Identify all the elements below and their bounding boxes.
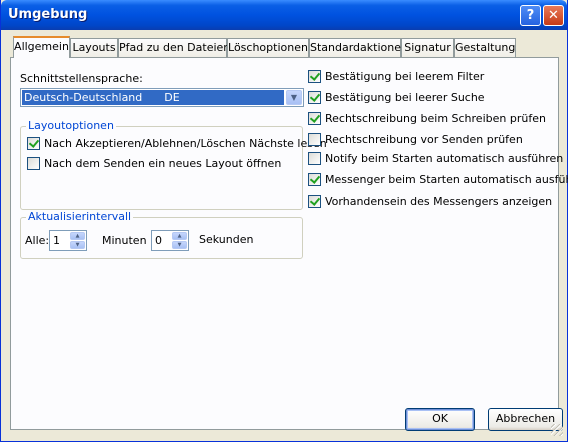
ok-button-label: OK	[432, 412, 448, 425]
option-confirm-empty-filter[interactable]: Bestätigung bei leerem Filter	[308, 70, 484, 83]
window-title: Umgebung	[8, 7, 88, 22]
checkbox-label: Messenger beim Starten automatisch ausfü…	[325, 173, 568, 186]
tab-layouts[interactable]: Layouts	[70, 38, 118, 57]
option-show-messenger-presence[interactable]: Vorhandensein des Messengers anzeigen	[308, 195, 552, 208]
tab-signatur[interactable]: Signatur	[401, 38, 454, 57]
checkbox-label: Rechtschreibung vor Senden prüfen	[325, 133, 523, 146]
checkbox-label: Nach Akzeptieren/Ablehnen/Löschen Nächst…	[44, 137, 327, 150]
chevron-down-icon[interactable]: ▼	[286, 90, 302, 105]
option-spellcheck-before-send[interactable]: Rechtschreibung vor Senden prüfen	[308, 133, 523, 146]
language-select[interactable]: Deutsch-Deutschland DE ▼	[20, 88, 304, 107]
spin-up-icon[interactable]: ▲	[70, 232, 85, 240]
title-bar[interactable]: Umgebung ? ✕	[1, 0, 567, 30]
seconds-value[interactable]: 0	[155, 234, 162, 247]
spin-up-icon[interactable]: ▲	[172, 232, 187, 240]
resize-grip-icon[interactable]	[551, 424, 563, 436]
tab-label: Löschoptionen	[228, 41, 308, 54]
minutes-spin-buttons[interactable]: ▲ ▼	[70, 232, 85, 249]
tab-pfad-zu-den-dateien[interactable]: Pfad zu den Dateien	[118, 38, 231, 57]
option-confirm-empty-search[interactable]: Bestätigung bei leerer Suche	[308, 91, 485, 104]
tab-label: Standardaktionen	[310, 41, 408, 54]
refresh-interval-title: Aktualisierintervall	[26, 210, 134, 223]
minutes-label: Minuten	[102, 234, 147, 247]
help-button[interactable]: ?	[520, 5, 541, 26]
checkbox-label: Rechtschreibung beim Schreiben prüfen	[325, 112, 546, 125]
seconds-spin-buttons[interactable]: ▲ ▼	[172, 232, 187, 249]
language-name: Deutsch-Deutschland	[24, 91, 143, 104]
spin-down-icon[interactable]: ▼	[70, 241, 85, 249]
minutes-value[interactable]: 1	[53, 234, 60, 247]
language-label: Schnittstellensprache:	[20, 72, 143, 85]
checkbox-unchecked-icon[interactable]	[27, 157, 40, 170]
option-notify-autostart[interactable]: Notify beim Starten automatisch ausführe…	[308, 152, 563, 165]
language-code: DE	[164, 91, 180, 104]
help-icon: ?	[526, 8, 535, 23]
checkbox-new-layout-after-send[interactable]: Nach dem Senden ein neues Layout öffnen	[27, 157, 281, 170]
close-icon: ✕	[548, 8, 559, 23]
checkbox-label: Nach dem Senden ein neues Layout öffnen	[44, 157, 282, 170]
checkbox-unchecked-icon[interactable]	[308, 133, 321, 146]
checkbox-checked-icon[interactable]	[308, 112, 321, 125]
cancel-button-label: Abbrechen	[495, 412, 556, 425]
seconds-spinner[interactable]: 0 ▲ ▼	[151, 230, 189, 251]
checkbox-checked-icon[interactable]	[308, 70, 321, 83]
tab-label: Layouts	[72, 41, 116, 54]
environment-dialog: Umgebung ? ✕ Allgemein Layouts Pfad zu d…	[0, 0, 568, 442]
tab-allgemein[interactable]: Allgemein	[13, 36, 70, 58]
dialog-client-area: Allgemein Layouts Pfad zu den Dateien Lö…	[5, 30, 568, 438]
checkbox-checked-icon[interactable]	[27, 137, 40, 150]
tab-label: Allgemein	[14, 40, 69, 53]
refresh-all-label: Alle:	[25, 234, 50, 247]
tab-panel-allgemein: Schnittstellensprache: Deutsch-Deutschla…	[10, 57, 568, 430]
spin-down-icon[interactable]: ▼	[172, 241, 187, 249]
minutes-spinner[interactable]: 1 ▲ ▼	[49, 230, 87, 251]
tab-label: Pfad zu den Dateien	[119, 41, 231, 54]
option-messenger-autostart[interactable]: Messenger beim Starten automatisch ausfü…	[308, 173, 568, 186]
language-selected-value: Deutsch-Deutschland DE	[22, 90, 284, 105]
checkbox-label: Notify beim Starten automatisch ausführe…	[325, 152, 564, 165]
checkbox-label: Vorhandensein des Messengers anzeigen	[325, 195, 553, 208]
checkbox-label: Bestätigung bei leerer Suche	[325, 91, 485, 104]
tab-loeschoptionen[interactable]: Löschoptionen	[227, 38, 309, 57]
close-button[interactable]: ✕	[543, 5, 564, 26]
seconds-label: Sekunden	[199, 233, 254, 246]
checkbox-checked-icon[interactable]	[308, 173, 321, 186]
tab-standardaktionen[interactable]: Standardaktionen	[309, 38, 408, 57]
checkbox-checked-icon[interactable]	[308, 91, 321, 104]
checkbox-checked-icon[interactable]	[308, 195, 321, 208]
checkbox-next-read[interactable]: Nach Akzeptieren/Ablehnen/Löschen Nächst…	[27, 137, 327, 150]
tab-label: Gestaltung	[455, 41, 516, 54]
checkbox-unchecked-icon[interactable]	[308, 152, 321, 165]
option-spellcheck-while-typing[interactable]: Rechtschreibung beim Schreiben prüfen	[308, 112, 546, 125]
layout-options-title: Layoutoptionen	[26, 119, 116, 132]
ok-button[interactable]: OK	[405, 408, 475, 431]
tab-gestaltung[interactable]: Gestaltung	[454, 38, 516, 57]
checkbox-label: Bestätigung bei leerem Filter	[325, 70, 485, 83]
tab-label: Signatur	[404, 41, 451, 54]
